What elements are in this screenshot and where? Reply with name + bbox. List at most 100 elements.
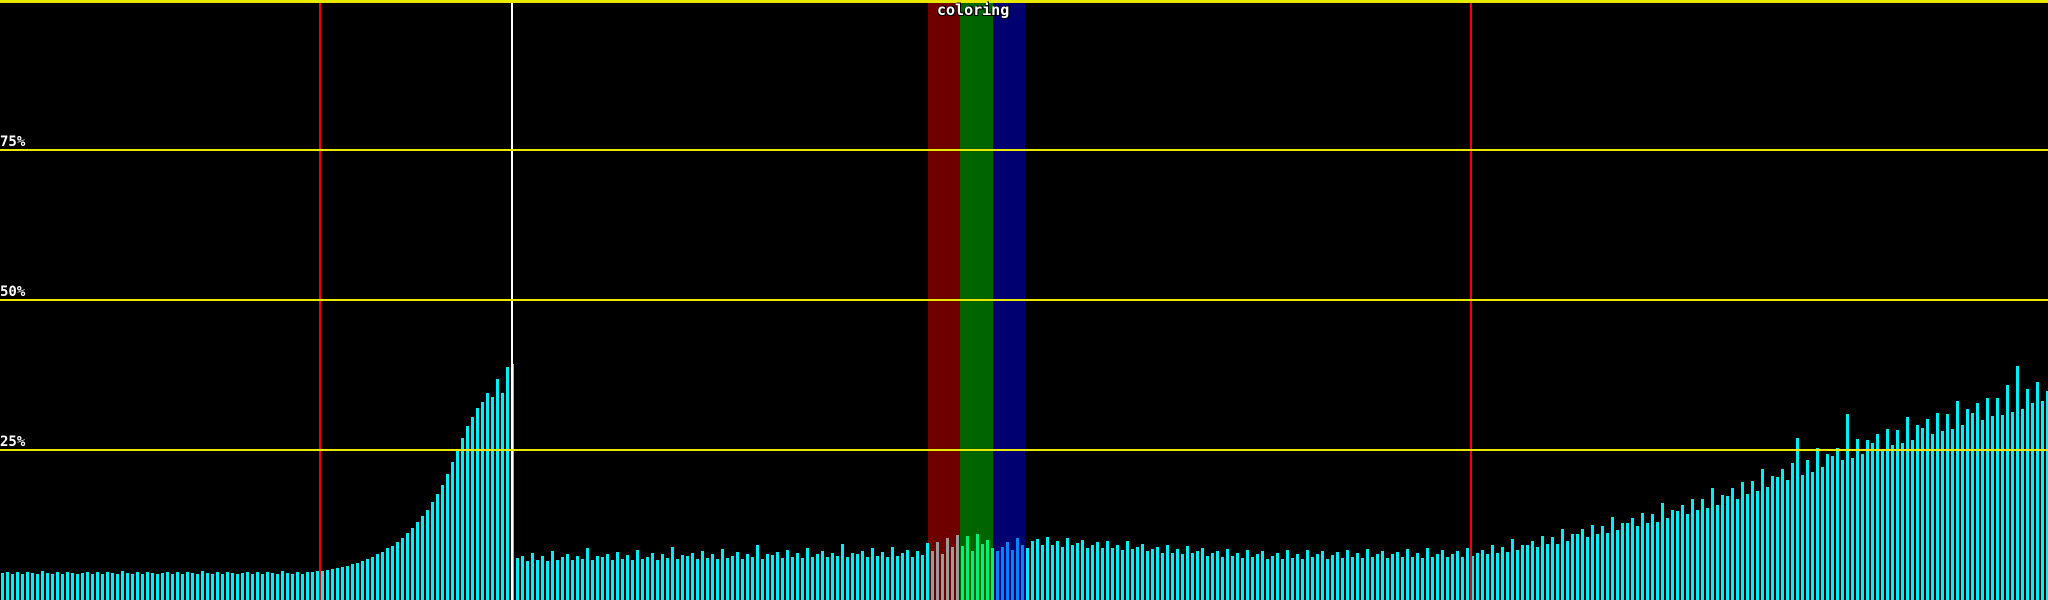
histogram-bar <box>921 555 924 600</box>
histogram-bar <box>1886 429 1889 600</box>
histogram-bar <box>446 474 449 600</box>
histogram-bar <box>626 555 629 600</box>
histogram-bar <box>1356 553 1359 600</box>
histogram-bar <box>291 574 294 600</box>
histogram-bar <box>1611 516 1614 600</box>
histogram-bar <box>881 552 884 600</box>
histogram-bar <box>441 484 444 600</box>
y-axis-label-75: 75% <box>0 134 26 150</box>
histogram-bar <box>1946 414 1949 600</box>
histogram-bar <box>1421 558 1424 600</box>
histogram-bar <box>206 573 209 600</box>
histogram-bar <box>96 572 99 600</box>
histogram-bar <box>1656 522 1659 600</box>
histogram-bar <box>256 572 259 600</box>
histogram-bar <box>666 558 669 600</box>
histogram-bar <box>1556 543 1559 600</box>
histogram-bar <box>1526 544 1529 600</box>
histogram-bar <box>1971 412 1974 600</box>
gridline-25 <box>0 449 2048 451</box>
histogram-bar <box>1981 420 1984 600</box>
histogram-bar <box>551 550 554 600</box>
histogram-bar <box>1006 541 1009 600</box>
histogram-bar <box>1931 434 1934 600</box>
y-axis-label-25: 25% <box>0 434 26 450</box>
histogram-bar <box>346 565 349 600</box>
histogram-bar <box>691 553 694 600</box>
histogram-bar <box>261 574 264 600</box>
histogram-bar <box>1346 549 1349 600</box>
histogram-bar <box>1206 555 1209 600</box>
histogram-bar <box>1891 445 1894 600</box>
histogram-bar <box>181 574 184 600</box>
histogram-bar <box>91 573 94 600</box>
histogram-bar <box>1716 504 1719 600</box>
histogram-bar <box>646 556 649 600</box>
histogram-bar <box>1141 544 1144 600</box>
histogram-bar <box>1986 397 1989 600</box>
histogram-bar <box>246 571 249 600</box>
histogram-bar <box>971 550 974 600</box>
histogram-bar <box>1036 538 1039 600</box>
histogram-bar <box>936 542 939 600</box>
histogram-bar <box>996 551 999 600</box>
histogram-bar <box>536 559 539 600</box>
histogram-bar <box>1491 545 1494 600</box>
histogram-bar <box>1401 557 1404 600</box>
histogram-bar <box>1511 539 1514 600</box>
histogram-bar <box>721 549 724 600</box>
histogram-bar <box>506 367 509 600</box>
histogram-bar <box>61 573 64 600</box>
color-band-blue <box>993 3 1025 600</box>
histogram-bar <box>1196 550 1199 600</box>
histogram-bar <box>1241 558 1244 600</box>
histogram-bar <box>916 551 919 600</box>
histogram-bar <box>601 556 604 600</box>
histogram-bar <box>526 561 529 600</box>
histogram-bar <box>1906 417 1909 600</box>
histogram-bar <box>1081 540 1084 600</box>
histogram-bar <box>201 571 204 600</box>
histogram-bar <box>746 553 749 600</box>
histogram-bar <box>311 572 314 600</box>
histogram-bar <box>1151 549 1154 600</box>
histogram-bar <box>1731 488 1734 600</box>
histogram-bar <box>706 558 709 600</box>
histogram-bar <box>1011 549 1014 600</box>
histogram-bar <box>1926 418 1929 600</box>
histogram-bar <box>776 552 779 600</box>
histogram-bar <box>1541 535 1544 600</box>
gridline-50 <box>0 299 2048 301</box>
histogram-bar <box>381 552 384 600</box>
histogram-bar <box>306 571 309 600</box>
histogram-bar <box>501 393 504 600</box>
histogram-bar <box>556 559 559 600</box>
histogram-bar <box>1331 555 1334 600</box>
histogram-bar <box>1571 534 1574 600</box>
histogram-bar <box>821 550 824 600</box>
histogram-bar <box>1806 460 1809 600</box>
histogram-bar <box>541 555 544 600</box>
histogram-bar <box>1246 550 1249 600</box>
histogram-bar <box>401 537 404 600</box>
histogram-bar <box>271 573 274 600</box>
histogram-bar <box>1086 547 1089 600</box>
histogram-bar <box>221 573 224 600</box>
histogram-bar <box>731 555 734 600</box>
histogram-bar <box>101 574 104 600</box>
histogram-bar <box>456 450 459 600</box>
histogram-bar <box>1676 510 1679 600</box>
histogram-bar <box>1486 554 1489 600</box>
histogram-bar <box>281 571 284 600</box>
histogram-bar <box>1416 553 1419 600</box>
histogram-bar <box>251 573 254 600</box>
histogram-bar <box>1306 549 1309 600</box>
histogram-bar <box>1201 548 1204 600</box>
histogram-bar <box>1766 487 1769 600</box>
histogram-bar <box>1701 499 1704 600</box>
histogram-bar <box>1941 430 1944 600</box>
histogram-bar <box>1966 409 1969 600</box>
histogram-bar <box>1046 537 1049 600</box>
histogram-bar <box>1216 550 1219 600</box>
histogram-bar <box>586 547 589 600</box>
